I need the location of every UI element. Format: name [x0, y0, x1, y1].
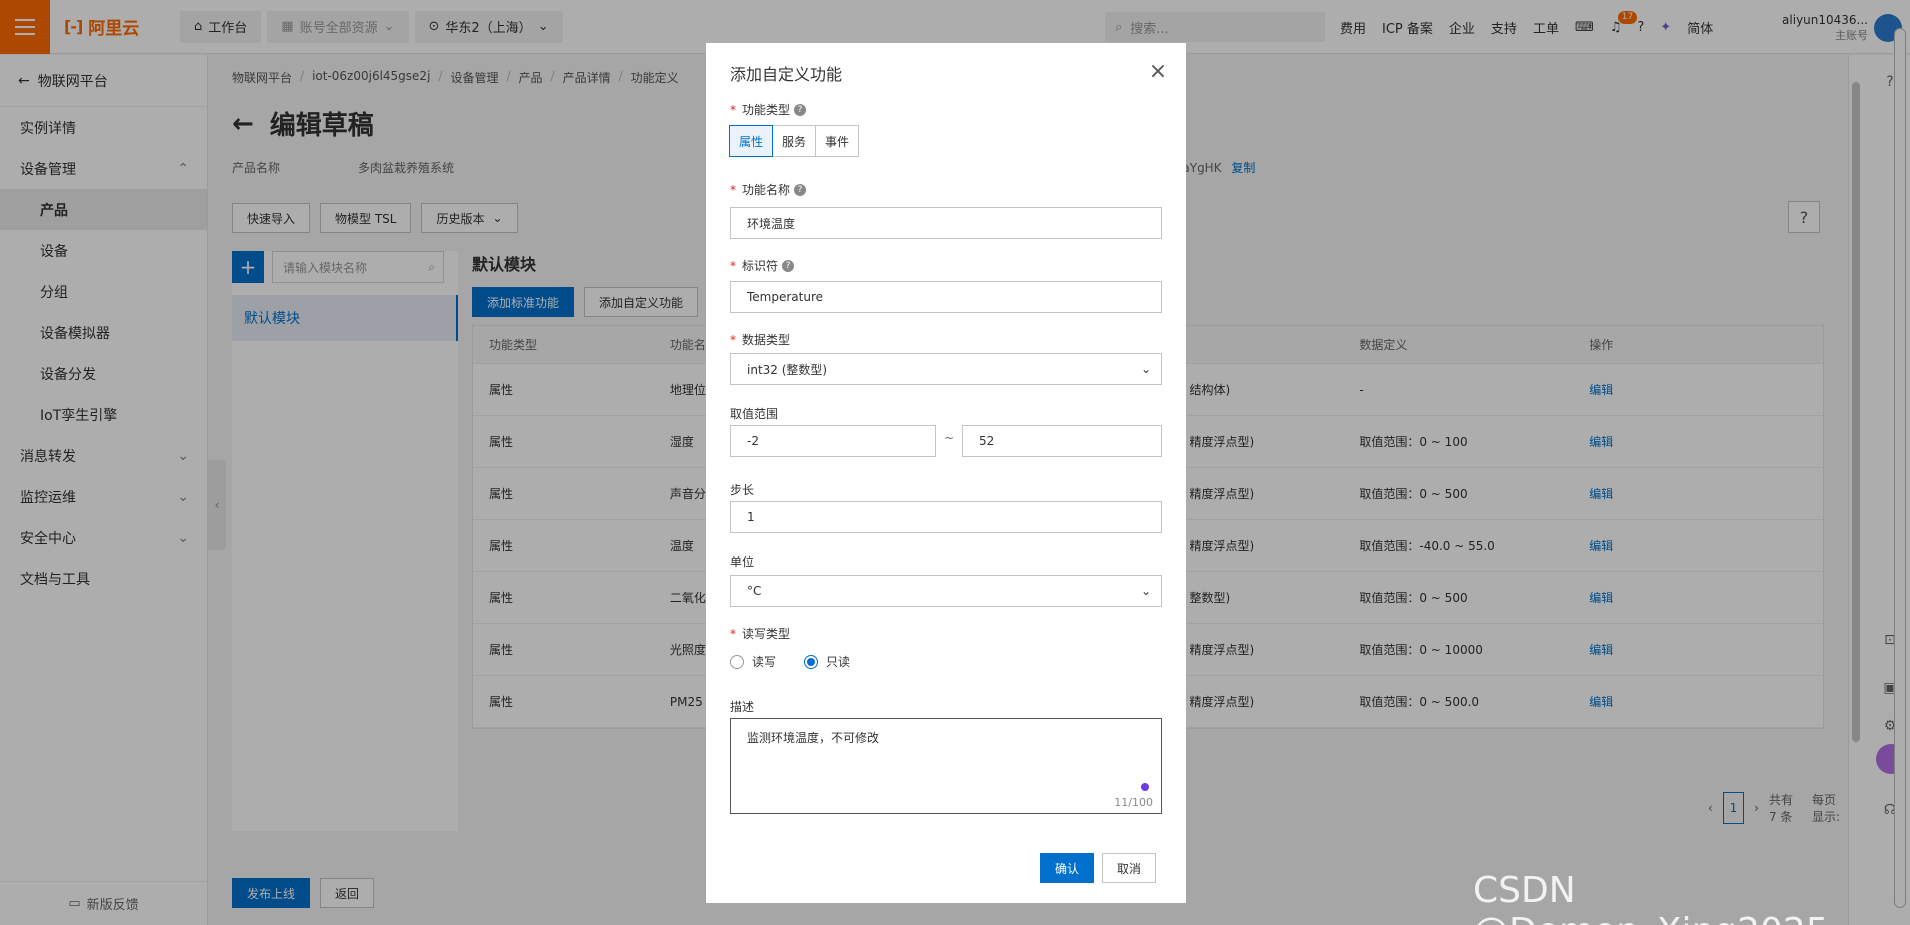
unit-value: °C: [747, 584, 762, 598]
radio-circle-icon: [730, 654, 744, 669]
identifier-label: * 标识符 ?: [730, 257, 795, 274]
description-label: 描述: [730, 698, 754, 715]
function-type-label-text: 功能类型: [742, 103, 791, 117]
function-name-label-text: 功能名称: [742, 183, 791, 197]
required-mark: *: [730, 102, 736, 117]
function-type-label: * 功能类型 ?: [730, 101, 807, 118]
dialog-title: 添加自定义功能: [730, 65, 843, 84]
required-mark: *: [730, 332, 736, 347]
data-type-label: * 数据类型: [730, 331, 790, 348]
description-textarea[interactable]: 监测环境温度，不可修改 11/100: [730, 718, 1162, 814]
step-value: 1: [747, 510, 755, 524]
range-min-input[interactable]: -2: [730, 425, 936, 457]
dialog-actions: 确认 取消: [1040, 853, 1157, 883]
step-label: 步长: [730, 481, 754, 498]
step-input[interactable]: 1: [730, 501, 1162, 533]
identifier-label-text: 标识符: [742, 259, 779, 273]
function-name-input[interactable]: 环境温度: [730, 207, 1162, 239]
function-name-label: * 功能名称 ?: [730, 181, 807, 198]
range-label: 取值范围: [730, 405, 778, 422]
radio-read-write-label: 读写: [752, 655, 777, 669]
identifier-value: Temperature: [747, 290, 824, 304]
rw-type-label: * 读写类型: [730, 625, 790, 642]
step-label-text: 步长: [730, 483, 755, 497]
add-custom-function-dialog: 添加自定义功能 × * 功能类型 ? 属性 服务 事件 * 功能名称 ? 环境温…: [706, 43, 1186, 903]
chevron-down-icon: ⌄: [1140, 362, 1151, 376]
unit-label-text: 单位: [730, 555, 755, 569]
type-option-event[interactable]: 事件: [815, 125, 860, 157]
question-icon[interactable]: ?: [782, 259, 795, 272]
rw-type-label-text: 读写类型: [742, 627, 791, 641]
description-value: 监测环境温度，不可修改: [747, 731, 880, 745]
type-option-property[interactable]: 属性: [729, 125, 774, 157]
unit-label: 单位: [730, 553, 754, 570]
function-name-value: 环境温度: [747, 216, 796, 231]
identifier-input[interactable]: Temperature: [730, 281, 1162, 313]
radio-read-write[interactable]: 读写: [730, 653, 776, 670]
grammar-check-icon[interactable]: [1141, 783, 1149, 791]
range-max-input[interactable]: 52: [962, 425, 1162, 457]
type-option-service[interactable]: 服务: [772, 125, 817, 157]
close-icon[interactable]: ×: [1144, 57, 1172, 85]
radio-read-only[interactable]: 只读: [804, 653, 850, 670]
required-mark: *: [730, 182, 736, 197]
chevron-down-icon: ⌄: [1140, 584, 1151, 598]
data-type-select[interactable]: int32 (整数型) ⌄: [730, 353, 1162, 385]
radio-read-only-label: 只读: [826, 655, 851, 669]
description-label-text: 描述: [730, 700, 755, 714]
range-min-value: -2: [747, 434, 759, 448]
range-separator: ~: [944, 431, 955, 445]
cancel-button[interactable]: 取消: [1102, 853, 1157, 883]
radio-checked-icon: [804, 654, 819, 669]
question-icon[interactable]: ?: [794, 183, 807, 196]
range-label-text: 取值范围: [730, 407, 779, 421]
char-counter: 11/100: [1114, 796, 1153, 809]
question-icon[interactable]: ?: [794, 103, 807, 116]
data-type-label-text: 数据类型: [742, 333, 791, 347]
rw-type-radio-group: 读写 只读: [730, 653, 850, 670]
confirm-button[interactable]: 确认: [1040, 853, 1095, 883]
function-type-selector: 属性 服务 事件: [729, 125, 860, 157]
range-max-value: 52: [979, 434, 995, 448]
unit-select[interactable]: °C ⌄: [730, 575, 1162, 607]
watermark: CSDN @Demon_Xing2025: [1473, 870, 1829, 925]
required-mark: *: [730, 626, 736, 641]
data-type-value: int32 (整数型): [747, 362, 828, 377]
required-mark: *: [730, 258, 736, 273]
